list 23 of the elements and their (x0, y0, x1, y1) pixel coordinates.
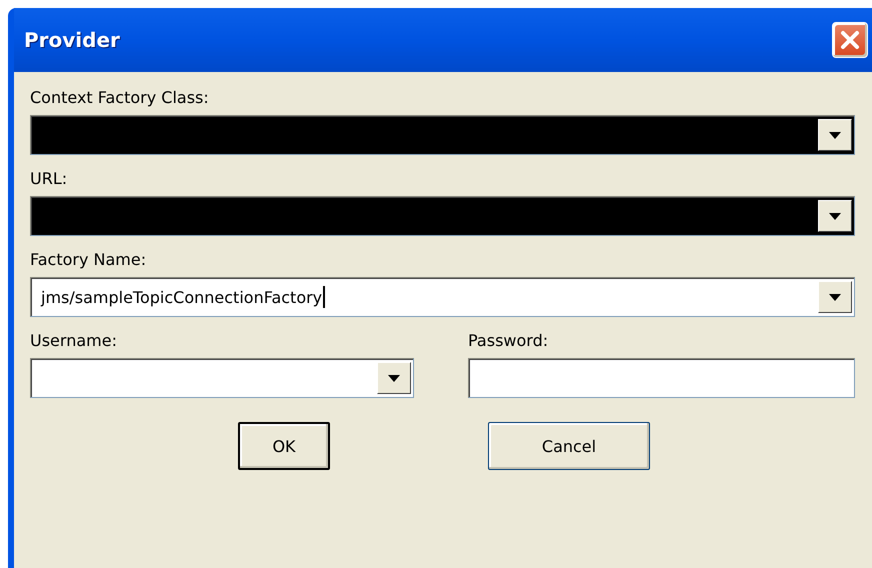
field-label: URL: (30, 169, 68, 189)
field-label: Factory Name: (30, 250, 148, 270)
field-label: Username: (30, 331, 118, 351)
caret-icon (829, 212, 841, 220)
dropdown-field[interactable] (30, 358, 414, 398)
input-field[interactable] (468, 358, 855, 398)
dropdown-field[interactable] (30, 196, 855, 236)
dialog-button[interactable]: Cancel (488, 422, 650, 470)
dropdown-button[interactable] (818, 281, 852, 313)
caret-icon (388, 374, 400, 382)
dropdown-button[interactable] (818, 200, 852, 232)
dialog-button[interactable]: OK (238, 422, 330, 470)
dropdown-button[interactable] (377, 362, 411, 394)
caret-icon (829, 294, 841, 300)
dropdown-field[interactable] (30, 115, 855, 155)
close-button[interactable] (832, 22, 868, 58)
dropdown-field[interactable]: jms/sampleTopicConnectionFactory (30, 277, 855, 317)
window-title: Provider (24, 28, 120, 52)
field-label: Context Factory Class: (30, 88, 210, 108)
field-label: Password: (468, 331, 550, 351)
close-icon (839, 29, 861, 51)
caret-icon (829, 132, 841, 138)
dropdown-button[interactable] (818, 119, 852, 151)
